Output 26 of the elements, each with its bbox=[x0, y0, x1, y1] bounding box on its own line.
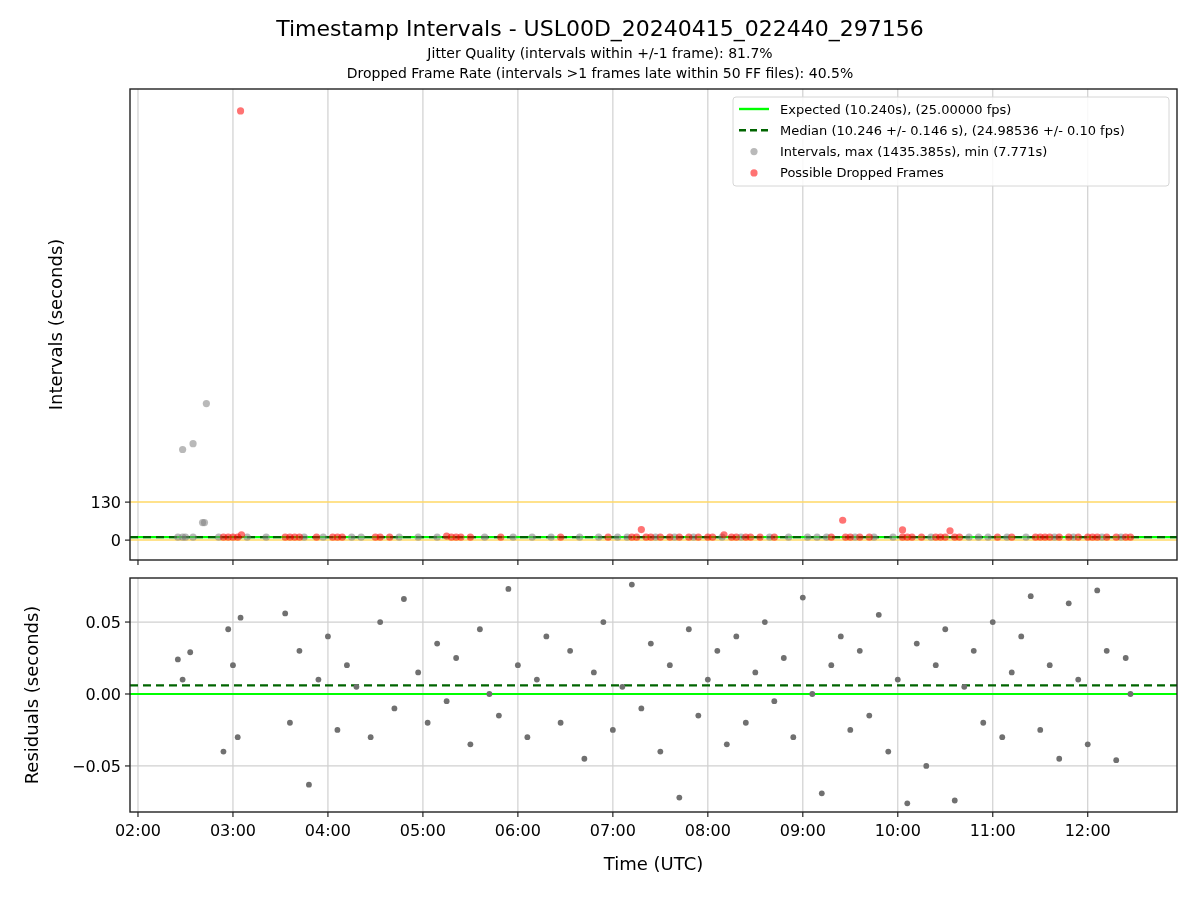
axis-label: Intervals (seconds) bbox=[45, 238, 66, 411]
legend-label: Expected (10.240s), (25.00000 fps) bbox=[780, 101, 1012, 117]
tick-label: 06:00 bbox=[494, 821, 541, 840]
legend-label: Possible Dropped Frames bbox=[780, 165, 944, 181]
axis-label: Time (UTC) bbox=[603, 853, 704, 874]
chart-subtitle: Jitter Quality (intervals within +/-1 frame): 81.7% bbox=[427, 44, 773, 63]
chart-title: Timestamp Intervals - USL00D_20240415_022440_297156 bbox=[276, 15, 924, 43]
tick-label: 04:00 bbox=[304, 821, 351, 840]
tick-label: 10:00 bbox=[874, 821, 921, 840]
tick-label: 130 bbox=[90, 493, 121, 513]
tick-label: 03:00 bbox=[209, 821, 256, 840]
chart-subtitle: Dropped Frame Rate (intervals >1 frames late within 50 FF files): 40.5% bbox=[346, 64, 854, 83]
tick-label: 02:00 bbox=[114, 821, 162, 840]
tick-label: 11:00 bbox=[969, 821, 1016, 840]
tick-label: 12:00 bbox=[1064, 821, 1111, 840]
tick-label: 08:00 bbox=[684, 821, 731, 840]
tick-label: 0.05 bbox=[85, 613, 121, 633]
legend-label: Intervals, max (1435.385s), min (7.771s) bbox=[780, 144, 1048, 160]
tick-label: 0 bbox=[110, 531, 121, 551]
tick-label: 05:00 bbox=[399, 821, 446, 840]
tick-label: −0.05 bbox=[71, 756, 121, 776]
tick-label: 09:00 bbox=[779, 821, 826, 840]
axis-label: Residuals (seconds) bbox=[21, 605, 42, 785]
legend-label: Median (10.246 +/- 0.146 s), (24.98536 +/- 0.10 fps) bbox=[780, 122, 1125, 138]
tick-label: 07:00 bbox=[589, 821, 636, 840]
tick-label: 0.00 bbox=[85, 685, 121, 704]
